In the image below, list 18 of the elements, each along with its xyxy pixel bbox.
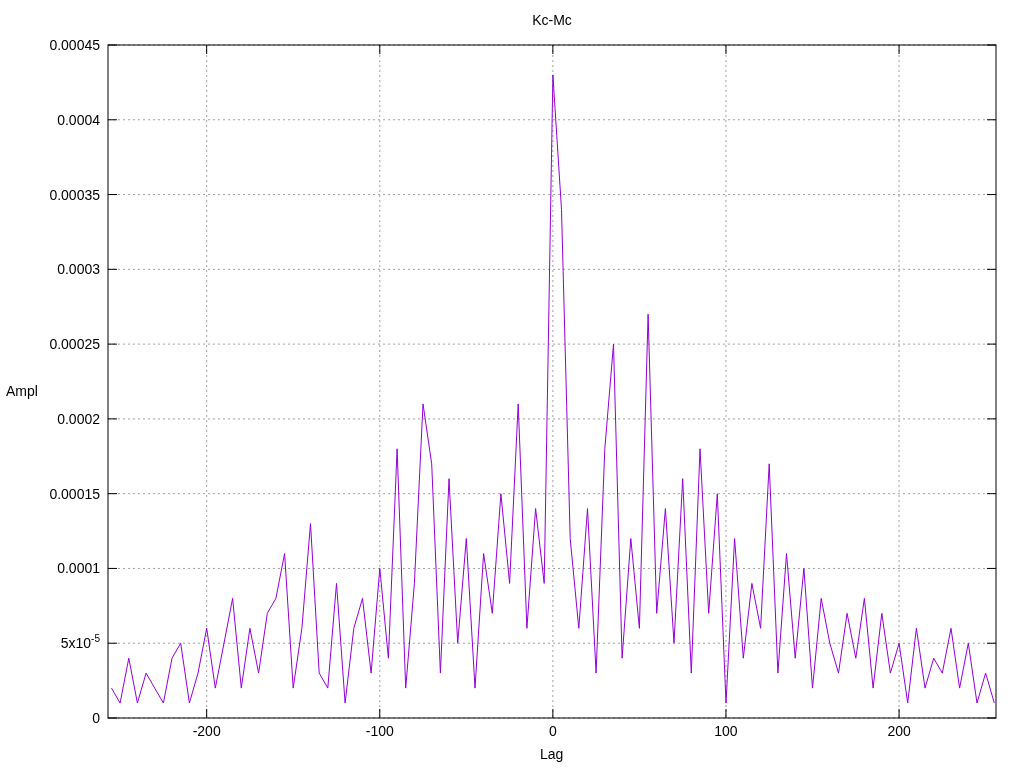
tick-label: 0	[547, 723, 558, 739]
x-axis-label: Lag	[540, 746, 564, 762]
y-axis-label: Ampl	[6, 383, 38, 399]
tick-label: -200	[191, 723, 222, 739]
tick-label: 0.00045	[49, 36, 100, 54]
tick-label: 0.0001	[57, 559, 100, 578]
tick-label: 0.0003	[57, 260, 100, 279]
tick-label: 0.00035	[49, 185, 100, 204]
tick-label: 0.0002	[57, 409, 100, 428]
tick-label: 0	[92, 709, 100, 727]
tick-label: 5x10$^{-5}$	[60, 634, 100, 653]
tick-label: 200	[886, 723, 912, 739]
tick-label: 0.00015	[49, 484, 100, 503]
chart-title: Kc-Mc	[531, 12, 573, 28]
tick-label: 0.00025	[49, 335, 100, 354]
tick-label: -100	[364, 723, 395, 739]
tick-label: 100	[713, 723, 739, 739]
tick-label: 0.0004	[57, 110, 100, 129]
